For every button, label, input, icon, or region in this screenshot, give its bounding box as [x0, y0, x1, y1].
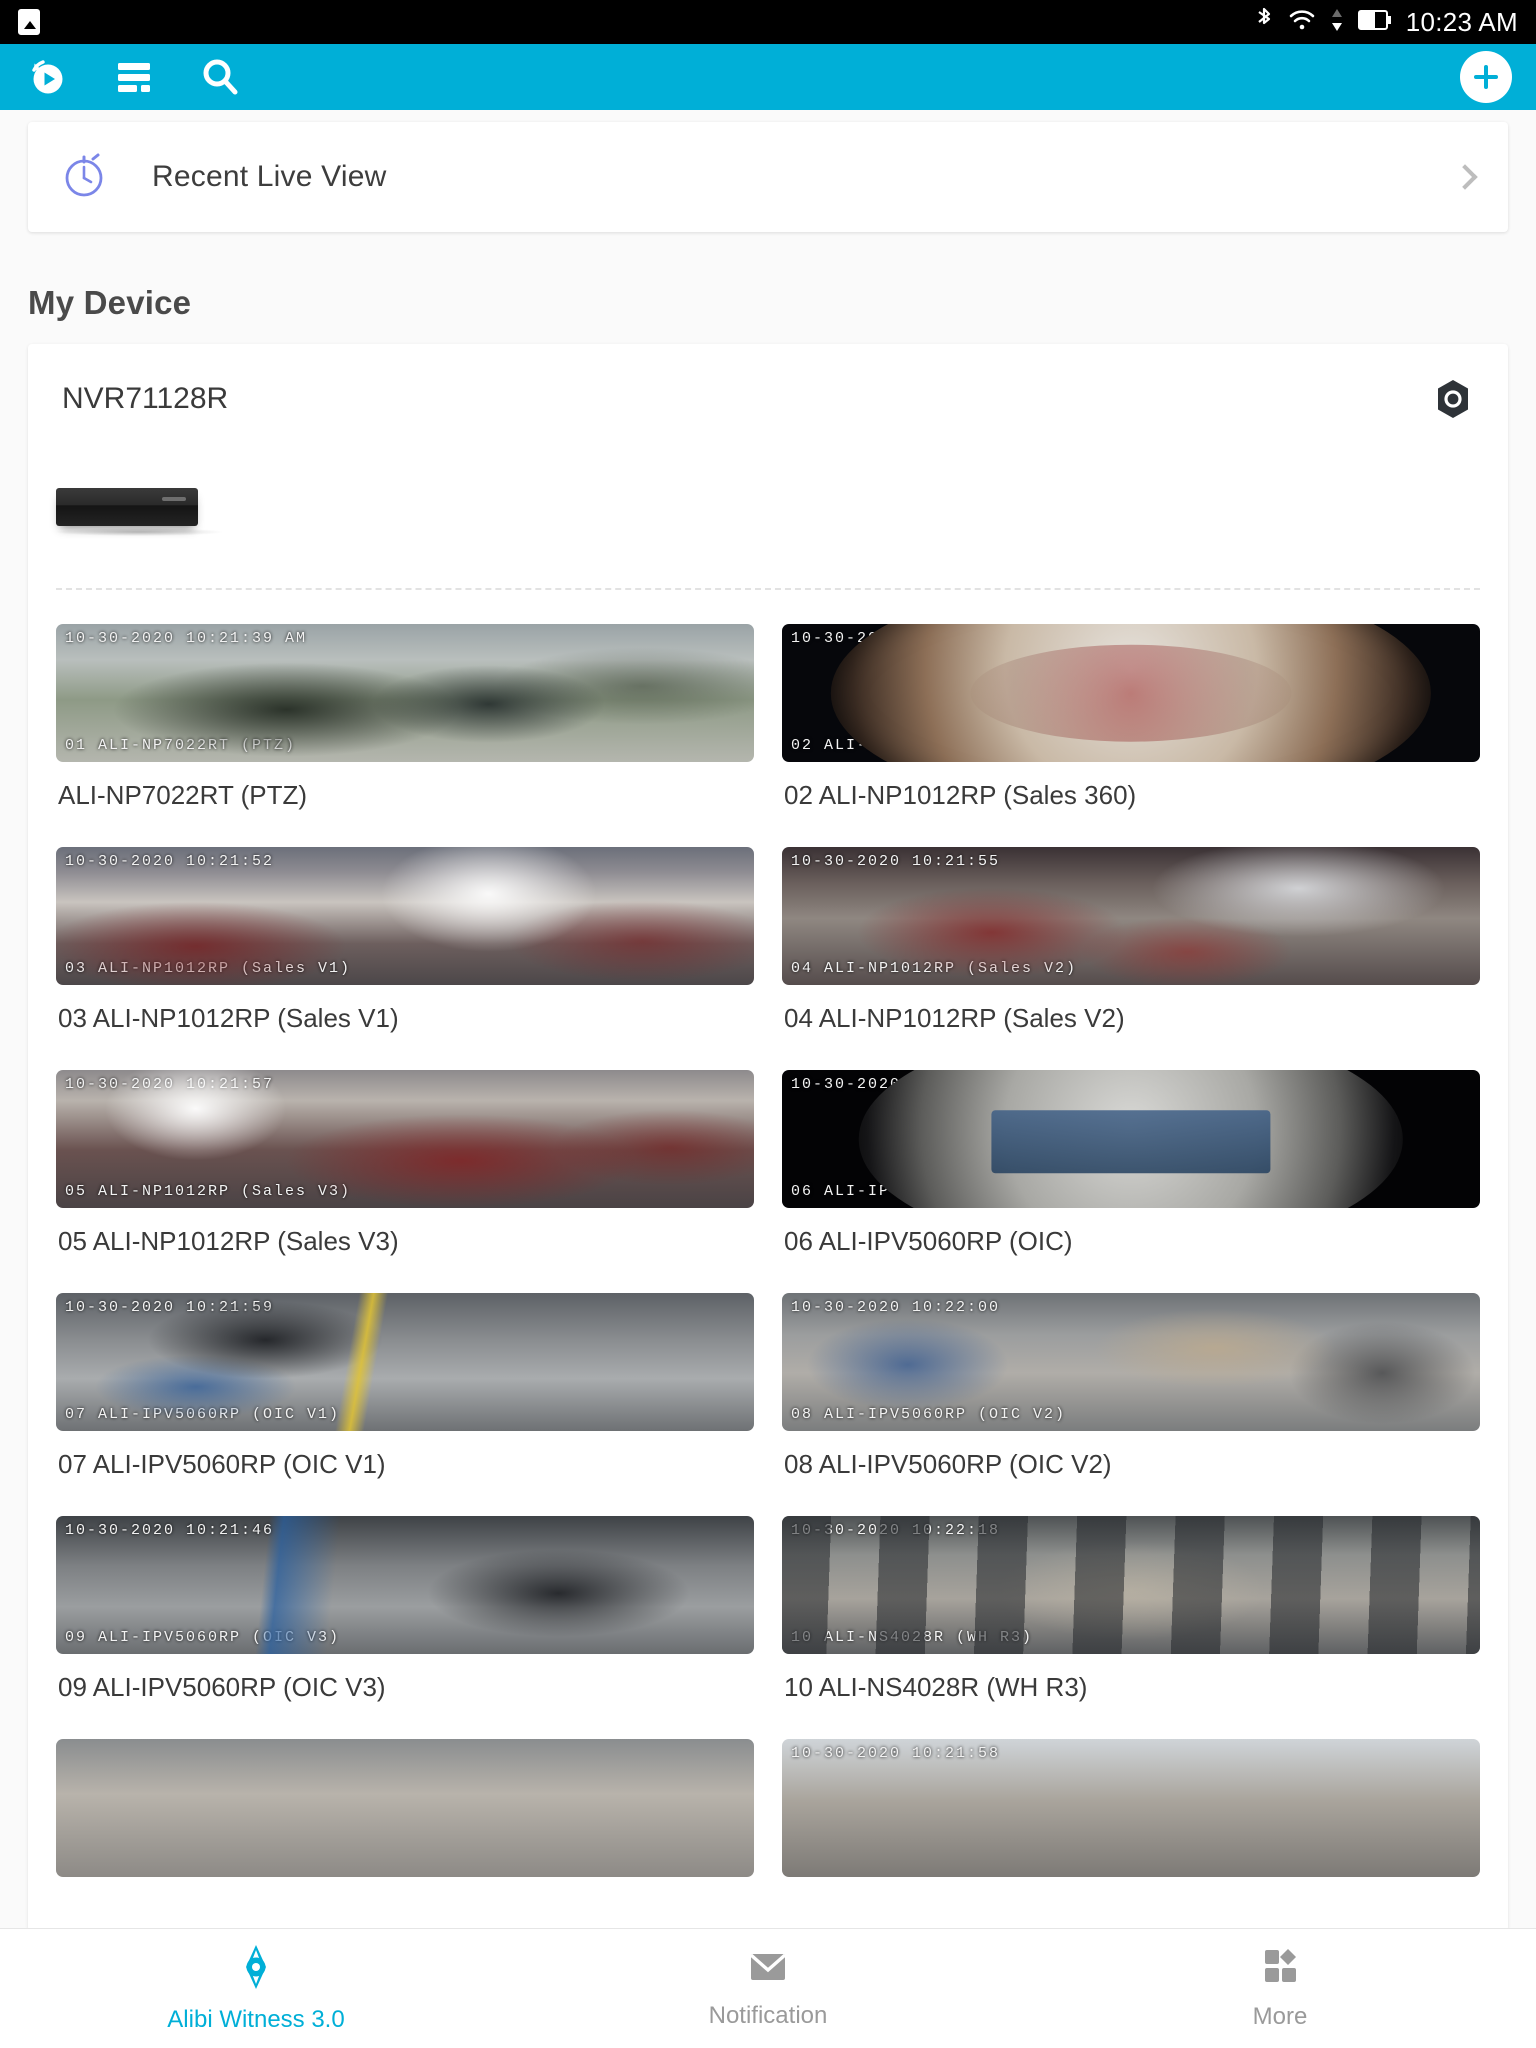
camera-label: 10 ALI-NS4028R (WH R3) — [784, 1672, 1088, 1702]
data-transfer-icon — [1330, 7, 1344, 38]
plus-icon — [1473, 64, 1499, 90]
camera-label — [56, 1877, 754, 1921]
camera-osd-name: 04 ALI-NP1012RP (Sales V2) — [791, 960, 1078, 977]
camera-label: 02 ALI-NP1012RP (Sales 360) — [784, 780, 1137, 810]
camera-osd-timestamp: 10-30-2020 10:21:39 AM — [65, 630, 308, 647]
camera-label — [782, 1877, 1480, 1921]
stopwatch-icon — [62, 151, 108, 204]
nvr-device-image — [56, 488, 198, 526]
list-view-icon[interactable] — [110, 53, 158, 101]
camera-osd-name: 09 ALI-IPV5060RP (OIC V3) — [65, 1629, 341, 1646]
camera-osd-timestamp: 10-30-2020 10:21:49 — [791, 630, 1001, 647]
nvr-device-shadow — [56, 528, 222, 536]
camera-cell[interactable]: 10-30-2020 10:21:58 — [782, 1739, 1480, 1921]
camera-cell[interactable] — [56, 1739, 754, 1921]
camera-cell[interactable]: 10-30-2020 10:21:57 05 ALI-NP1012RP (Sale… — [56, 1070, 754, 1283]
recent-live-view-label: Recent Live View — [152, 160, 387, 193]
status-bar-clock: 10:23 AM — [1405, 6, 1518, 37]
envelope-icon — [745, 1947, 791, 1992]
search-icon[interactable] — [196, 53, 244, 101]
camera-cell[interactable]: 10-30-2020 10:21:52 03 ALI-NP1012RP (Sale… — [56, 847, 754, 1060]
add-device-button[interactable] — [1460, 51, 1512, 103]
bluetooth-icon — [1254, 6, 1274, 39]
camera-label: 04 ALI-NP1012RP (Sales V2) — [784, 1003, 1125, 1033]
nav-label-more: More — [1252, 2003, 1308, 2030]
gear-icon[interactable] — [1432, 378, 1474, 420]
device-card: NVR71128R 10-30-2020 10:21:39 AM 01 ALI-N… — [28, 344, 1508, 1928]
battery-icon — [1357, 9, 1392, 36]
camera-cell[interactable]: 10-30-2020 10:22:00 08 ALI-IPV5060RP (OIC… — [782, 1293, 1480, 1506]
nav-item-alibi-witness[interactable]: Alibi Witness 3.0 — [0, 1943, 512, 2034]
camera-osd-timestamp: 10-30-2020 10:21:58 — [791, 1745, 1001, 1762]
chevron-right-icon — [1452, 164, 1478, 190]
camera-osd-timestamp: 10-30-2020 10:22:18 — [791, 1522, 1001, 1539]
camera-thumbnail[interactable] — [56, 1739, 754, 1877]
camera-cell[interactable]: 10-30-2020 10:21:59 07 ALI-IPV5060RP (OIC… — [56, 1293, 754, 1506]
camera-osd-name: 03 ALI-NP1012RP (Sales V1) — [65, 960, 352, 977]
camera-osd-timestamp: 10-30-2020 10:21:55 — [791, 853, 1001, 870]
camera-thumbnail[interactable]: 10-30-2020 10:22:18 10 ALI-NS4028R (WH R3… — [782, 1516, 1480, 1654]
camera-osd-name: 06 ALI-IPV5060RP (OIC) — [791, 1183, 1034, 1200]
status-bar-left — [18, 9, 40, 35]
page-title: My Device — [28, 284, 192, 321]
camera-thumbnail[interactable]: 10-30-2020 10:21:58 — [782, 1739, 1480, 1877]
camera-osd-timestamp: 10-30-2020 10:21:57 — [65, 1076, 275, 1093]
camera-cell[interactable]: 10-30-2020 10:21:46 09 ALI-IPV5060RP (OIC… — [56, 1516, 754, 1729]
nav-label-alibi-witness: Alibi Witness 3.0 — [167, 2006, 345, 2033]
camera-osd-timestamp: 10-30-2020 10:21:59 — [65, 1299, 275, 1316]
nav-label-notification: Notification — [708, 2002, 828, 2029]
status-bar: 10:23 AM — [0, 0, 1536, 44]
bottom-navigation: Alibi Witness 3.0 Notification More — [0, 1928, 1536, 2048]
camera-thumbnail[interactable]: 10-30-2020 10:21:49 02 ALI-NP1012RP (Sale… — [782, 624, 1480, 762]
wifi-icon — [1288, 8, 1316, 37]
main-scroll-area[interactable]: Recent Live View My Device NVR71128R 10-… — [0, 110, 1536, 1928]
camera-thumbnail[interactable]: 10-30-2020 10:21:55 04 ALI-NP1012RP (Sale… — [782, 847, 1480, 985]
camera-thumbnail[interactable]: 10-30-2020 10:21:52 03 ALI-NP1012RP (Sale… — [56, 847, 754, 985]
camera-cell[interactable]: 10-30-2020 10:21:55 04 ALI-NP1012RP (Sale… — [782, 847, 1480, 1060]
app-logo-icon — [232, 1943, 280, 1996]
camera-osd-name: 01 ALI-NP7022RT (PTZ) — [65, 737, 297, 754]
playback-icon[interactable] — [24, 53, 72, 101]
camera-thumbnail[interactable]: 10-30-2020 10:21:59 06 ALI-IPV5060RP (OIC… — [782, 1070, 1480, 1208]
camera-thumbnail[interactable]: 10-30-2020 10:21:39 AM 01 ALI-NP7022RT (P… — [56, 624, 754, 762]
gallery-icon — [18, 9, 40, 35]
recent-live-view-card[interactable]: Recent Live View — [28, 122, 1508, 232]
recent-live-view-row[interactable]: Recent Live View — [28, 122, 1508, 232]
camera-label: 09 ALI-IPV5060RP (OIC V3) — [58, 1672, 386, 1702]
device-header: NVR71128R — [28, 344, 1508, 420]
camera-thumbnail[interactable]: 10-30-2020 10:21:46 09 ALI-IPV5060RP (OIC… — [56, 1516, 754, 1654]
camera-cell[interactable]: 10-30-2020 10:21:49 02 ALI-NP1012RP (Sale… — [782, 624, 1480, 837]
camera-osd-timestamp: 10-30-2020 10:21:59 — [791, 1076, 1001, 1093]
camera-osd-name: 05 ALI-NP1012RP (Sales V3) — [65, 1183, 352, 1200]
status-bar-right: 10:23 AM — [1254, 6, 1518, 39]
camera-cell[interactable]: 10-30-2020 10:22:18 10 ALI-NS4028R (WH R3… — [782, 1516, 1480, 1729]
app-bar — [0, 44, 1536, 110]
camera-label: 05 ALI-NP1012RP (Sales V3) — [58, 1226, 399, 1256]
device-name: NVR71128R — [62, 382, 229, 415]
camera-osd-name: 10 ALI-NS4028R (WH R3) — [791, 1629, 1034, 1646]
nav-item-more[interactable]: More — [1024, 1946, 1536, 2031]
camera-osd-timestamp: 10-30-2020 10:21:52 — [65, 853, 275, 870]
camera-thumbnail[interactable]: 10-30-2020 10:21:57 05 ALI-NP1012RP (Sale… — [56, 1070, 754, 1208]
camera-cell[interactable]: 10-30-2020 10:21:39 AM 01 ALI-NP7022RT (P… — [56, 624, 754, 837]
camera-thumbnail[interactable]: 10-30-2020 10:22:00 08 ALI-IPV5060RP (OIC… — [782, 1293, 1480, 1431]
camera-label: 06 ALI-IPV5060RP (OIC) — [784, 1226, 1073, 1256]
nav-item-notification[interactable]: Notification — [512, 1947, 1024, 2030]
camera-label: 07 ALI-IPV5060RP (OIC V1) — [58, 1449, 386, 1479]
camera-osd-timestamp: 10-30-2020 10:21:46 — [65, 1522, 275, 1539]
camera-osd-name: 08 ALI-IPV5060RP (OIC V2) — [791, 1406, 1067, 1423]
camera-label: ALI-NP7022RT (PTZ) — [58, 780, 308, 810]
camera-label: 08 ALI-IPV5060RP (OIC V2) — [784, 1449, 1112, 1479]
camera-label: 03 ALI-NP1012RP (Sales V1) — [58, 1003, 399, 1033]
camera-thumbnail[interactable]: 10-30-2020 10:21:59 07 ALI-IPV5060RP (OIC… — [56, 1293, 754, 1431]
camera-grid: 10-30-2020 10:21:39 AM 01 ALI-NP7022RT (P… — [28, 590, 1508, 1921]
camera-cell[interactable]: 10-30-2020 10:21:59 06 ALI-IPV5060RP (OIC… — [782, 1070, 1480, 1283]
camera-osd-name: 02 ALI-NP1012RP (Sales 360) — [791, 737, 1089, 754]
grid-more-icon — [1257, 1946, 1303, 1993]
camera-osd-timestamp: 10-30-2020 10:22:00 — [791, 1299, 1001, 1316]
camera-osd-name: 07 ALI-IPV5060RP (OIC V1) — [65, 1406, 341, 1423]
